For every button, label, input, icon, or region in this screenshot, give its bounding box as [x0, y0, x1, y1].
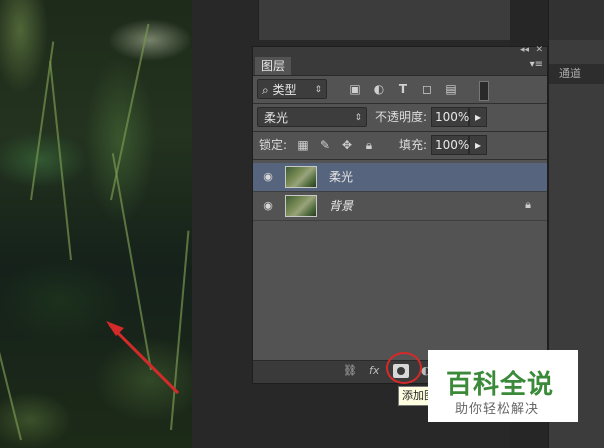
eye-visibility-icon[interactable]: ◉: [261, 199, 275, 213]
close-icon[interactable]: ✕: [535, 45, 543, 55]
eye-visibility-icon[interactable]: ◉: [261, 170, 275, 184]
workspace-gutter: [192, 0, 252, 448]
opacity-slider-button[interactable]: ▸: [469, 107, 487, 127]
chevron-right-icon: ▸: [474, 110, 482, 124]
opacity-label: 不透明度:: [375, 110, 428, 124]
opacity-input[interactable]: 100%: [431, 107, 469, 127]
fill-slider-button[interactable]: ▸: [469, 135, 487, 155]
shape-filter-icon[interactable]: ◻: [419, 81, 435, 97]
link-layers-icon[interactable]: ⛓: [343, 364, 357, 377]
text-filter-icon[interactable]: T: [395, 81, 411, 97]
panel-menu-icon[interactable]: ▾≡: [530, 59, 543, 70]
filter-type-value: 类型: [272, 83, 297, 97]
lock-label: 锁定:: [259, 138, 288, 152]
layer-thumbnail[interactable]: [285, 166, 317, 188]
lock-all-icon[interactable]: 🔒︎: [361, 137, 377, 153]
divider: [253, 103, 547, 104]
divider: [253, 159, 547, 160]
layer-thumbnail[interactable]: [285, 195, 317, 217]
filter-toggle-switch[interactable]: [479, 81, 489, 101]
layer-name[interactable]: 柔光: [329, 163, 353, 191]
search-icon: ⌕: [262, 83, 273, 97]
tab-channels[interactable]: 通道: [559, 64, 581, 84]
lock-transparent-icon[interactable]: ▦: [295, 137, 311, 153]
chevron-updown-icon: ⇕: [314, 85, 322, 95]
fill-input[interactable]: 100%: [431, 135, 469, 155]
divider: [253, 131, 547, 132]
blend-row: 柔光 ⇕ 不透明度: 100% ▸: [253, 107, 547, 131]
fill-label: 填充:: [399, 138, 428, 152]
layer-name[interactable]: 背景: [329, 192, 353, 220]
dock-tabs: 通道: [549, 64, 604, 84]
collapse-icon[interactable]: ◂◂: [520, 45, 529, 55]
watermark-subtitle: 助你轻松解决: [455, 402, 540, 417]
filter-type-dropdown[interactable]: ⌕ 类型 ⇕: [257, 79, 327, 99]
smart-object-filter-icon[interactable]: ▤: [443, 81, 459, 97]
image-filter-icon[interactable]: ▣: [347, 81, 363, 97]
dock-header: [549, 0, 604, 40]
filter-row: ⌕ 类型 ⇕ ▣ ◐ T ◻ ▤: [253, 79, 547, 103]
collapsed-panel: [258, 0, 511, 40]
lock-icon: 🔒︎: [525, 198, 531, 211]
panel-title-bar[interactable]: ◂◂ ✕: [253, 45, 547, 57]
fx-effects-icon[interactable]: fx: [369, 364, 379, 377]
layers-panel: ◂◂ ✕ 图层 ▾≡ ⌕ 类型 ⇕ ▣ ◐ T ◻ ▤ 柔光 ⇕ 不透明度: 1…: [252, 45, 548, 384]
blend-mode-dropdown[interactable]: 柔光 ⇕: [257, 107, 367, 127]
lock-row: 锁定: ▦ ✎ ✥ 🔒︎ 填充: 100% ▸: [253, 135, 547, 159]
lock-position-move-icon[interactable]: ✥: [339, 137, 355, 153]
chevron-right-icon: ▸: [474, 138, 482, 152]
lock-image-brush-icon[interactable]: ✎: [317, 137, 333, 153]
tab-layers[interactable]: 图层: [255, 57, 292, 75]
panel-tab-row: 图层 ▾≡: [253, 57, 547, 76]
adjustment-filter-icon[interactable]: ◐: [371, 81, 387, 97]
highlight-circle: [386, 352, 422, 384]
layer-row[interactable]: ◉ 背景 🔒︎: [253, 192, 547, 221]
watermark-title: 百科全说: [446, 370, 555, 400]
chevron-updown-icon: ⇕: [354, 113, 362, 123]
blend-mode-value: 柔光: [264, 111, 289, 125]
layer-row[interactable]: ◉ 柔光: [253, 163, 547, 192]
watermark-logo: 百科全说 助你轻松解决: [428, 350, 578, 422]
